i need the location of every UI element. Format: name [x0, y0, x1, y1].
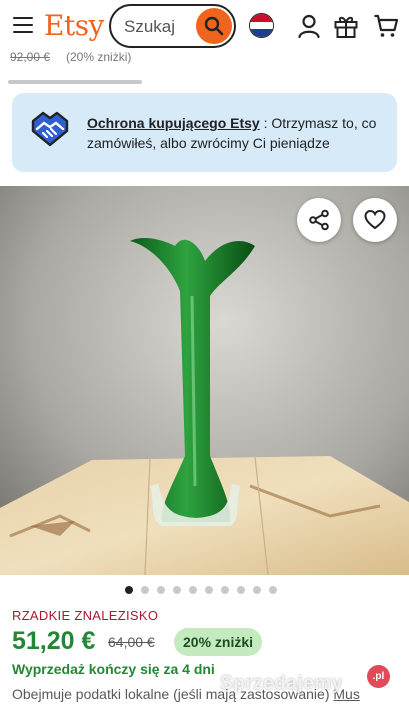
search-button[interactable] — [196, 8, 232, 44]
search-bar[interactable]: Szukaj — [109, 4, 236, 48]
carousel-dot[interactable] — [253, 586, 261, 594]
carousel-dot[interactable] — [269, 586, 277, 594]
carousel-dot[interactable] — [125, 586, 133, 594]
search-icon — [204, 16, 224, 36]
carousel-dot[interactable] — [221, 586, 229, 594]
carousel-dot[interactable] — [237, 586, 245, 594]
previous-item-discount: (20% zniżki) — [66, 50, 132, 64]
share-button[interactable] — [297, 198, 341, 242]
account-icon[interactable] — [296, 13, 322, 39]
discount-badge: 20% zniżki — [174, 628, 263, 656]
previous-item-price: 92,00 € — [10, 50, 51, 64]
product-image[interactable] — [0, 186, 409, 575]
buyer-protection-text: Ochrona kupującego Etsy : Otrzymasz to, … — [87, 115, 377, 151]
carousel-dot[interactable] — [205, 586, 213, 594]
flag-netherlands-icon[interactable] — [249, 13, 274, 38]
buyer-protection-banner: Ochrona kupującego Etsy : Otrzymasz to, … — [12, 93, 397, 172]
search-input[interactable]: Szukaj — [124, 17, 175, 37]
buyer-protection-link[interactable]: Ochrona kupującego Etsy — [87, 115, 260, 131]
heart-icon — [364, 209, 386, 230]
watermark-text: Sprzedajemy — [220, 673, 343, 694]
vase-photo — [0, 186, 409, 575]
sale-price: 51,20 € — [12, 627, 96, 655]
carousel-dot[interactable] — [173, 586, 181, 594]
gift-icon[interactable] — [333, 13, 359, 39]
watermark-badge: .pl — [367, 665, 390, 688]
share-icon — [309, 209, 329, 231]
etsy-logo[interactable]: Etsy — [44, 9, 104, 42]
sale-end-notice: Wyprzedaż kończy się za 4 dni — [12, 661, 215, 677]
original-price: 64,00 € — [108, 634, 155, 650]
handshake-shield-icon — [31, 111, 69, 147]
app-header: Etsy Szukaj — [0, 0, 409, 52]
rare-find-tag: RZADKIE ZNALEZISKO — [12, 608, 159, 623]
menu-icon[interactable] — [13, 17, 33, 33]
cart-icon[interactable] — [373, 13, 399, 39]
carousel-dot[interactable] — [141, 586, 149, 594]
carousel-dot[interactable] — [189, 586, 197, 594]
carousel-dot[interactable] — [157, 586, 165, 594]
section-divider — [8, 80, 142, 84]
favorite-button[interactable] — [353, 198, 397, 242]
